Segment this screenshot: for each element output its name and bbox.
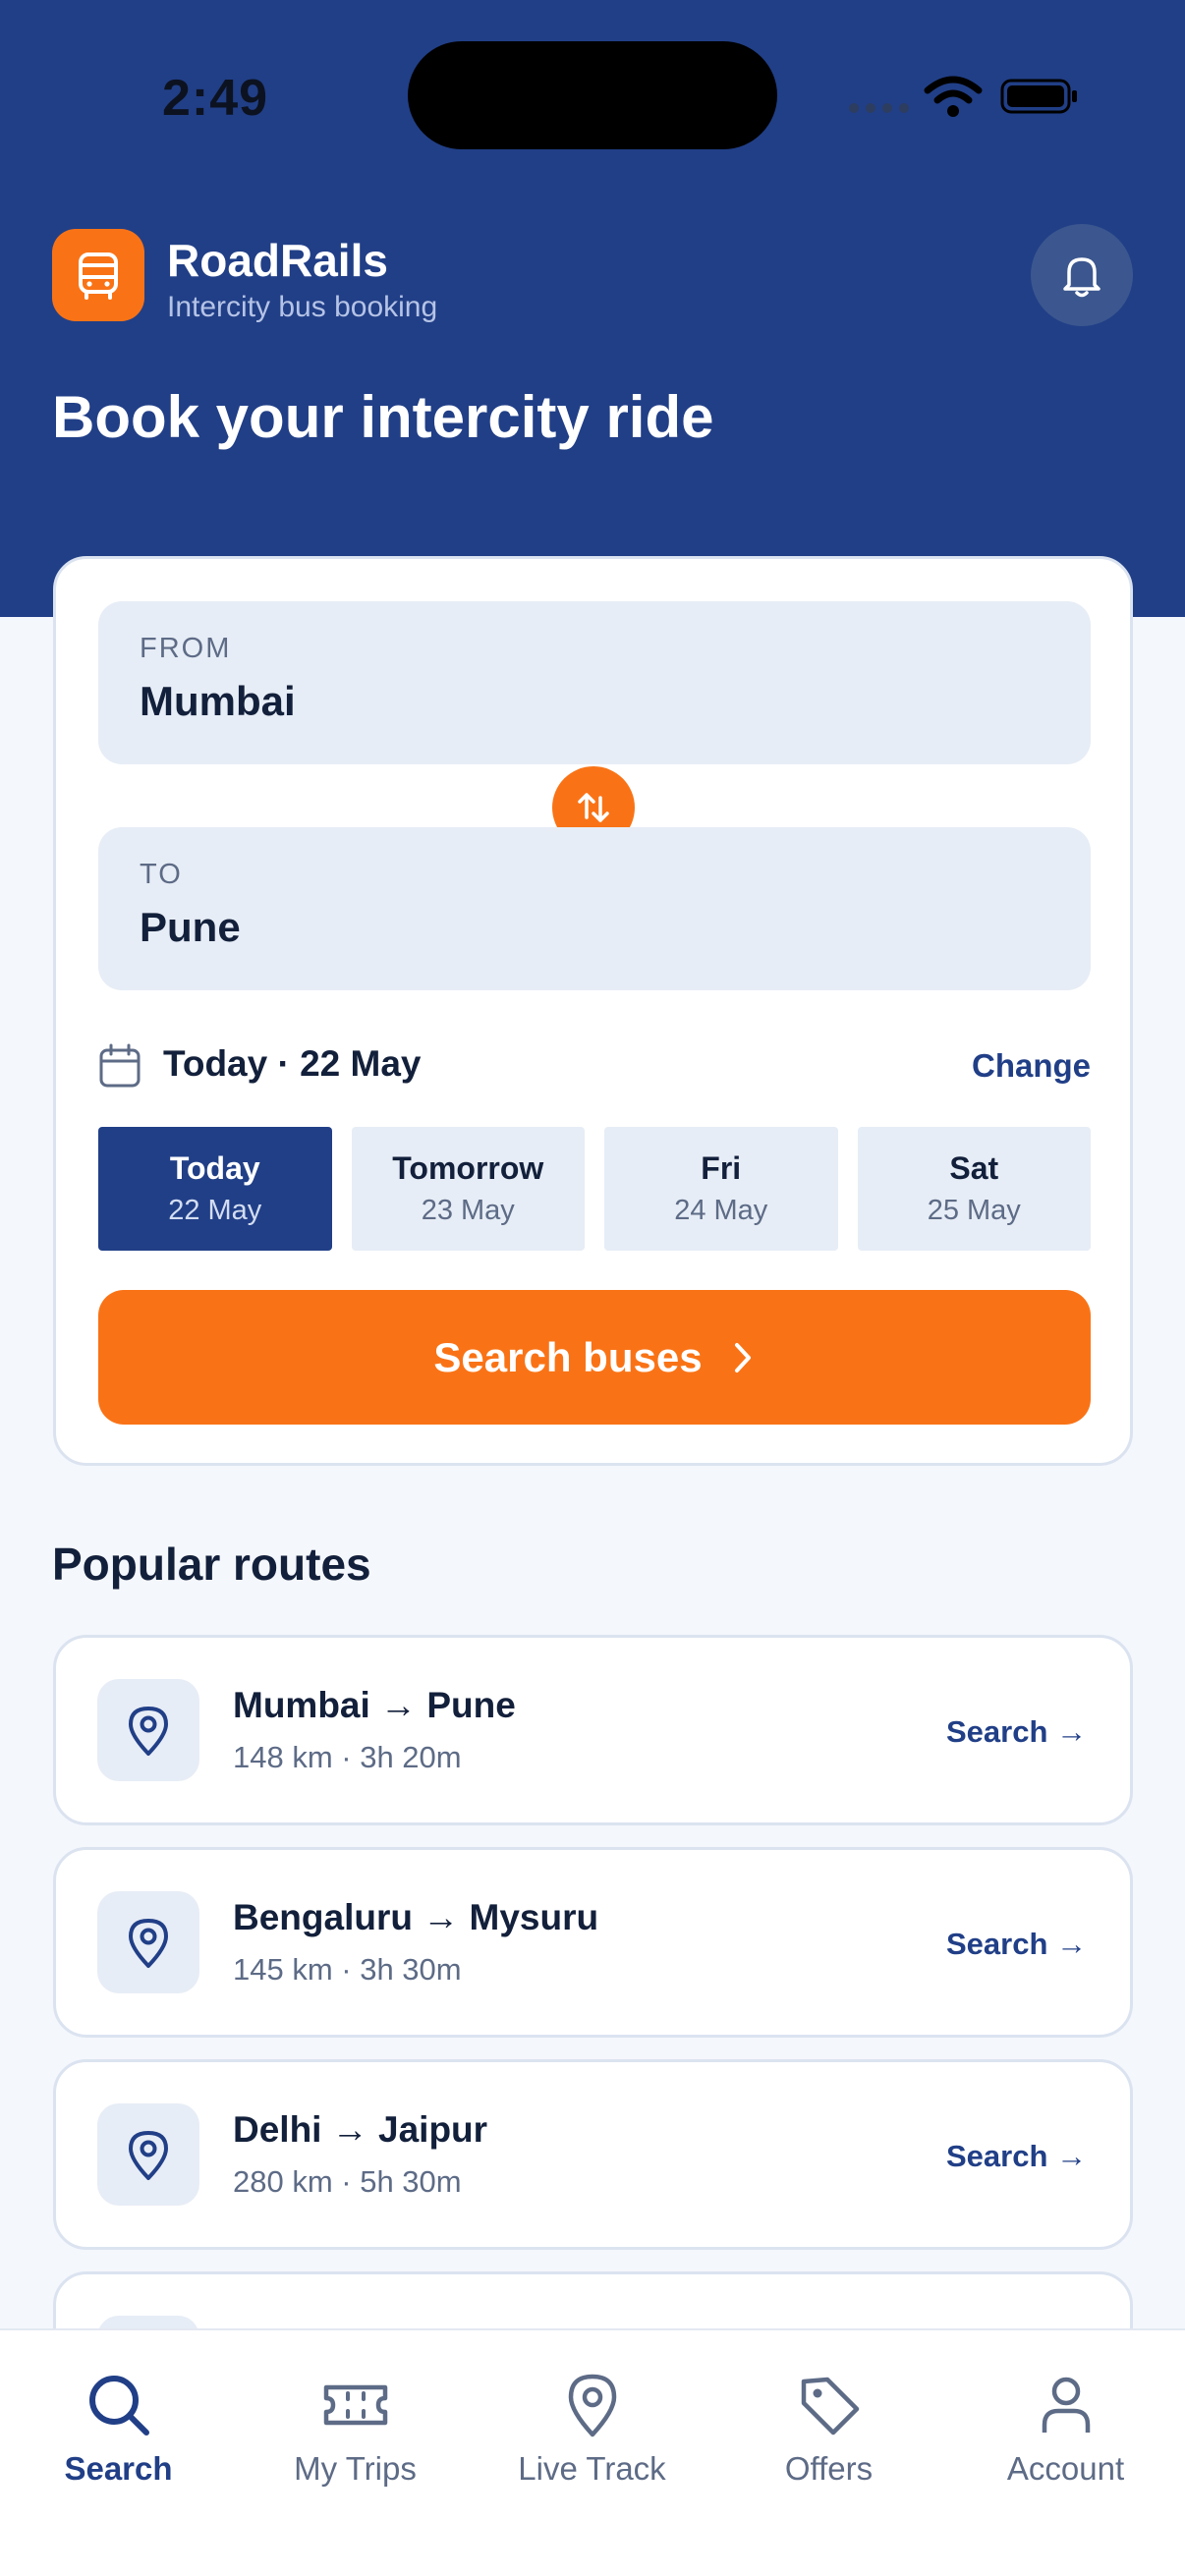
route-meta: 280 km · 5h 30m bbox=[233, 2164, 462, 2199]
tab-account[interactable]: Account bbox=[947, 2330, 1184, 2576]
bell-icon bbox=[1063, 257, 1100, 298]
from-label: FROM bbox=[140, 633, 232, 664]
route-card[interactable]: Delhi → Jaipur 280 km · 5h 30m Search → bbox=[53, 2059, 1133, 2250]
to-label: TO bbox=[140, 859, 183, 890]
page-title: Book your intercity ride bbox=[52, 384, 714, 450]
route-search-link[interactable]: Search → bbox=[946, 1714, 1087, 1750]
from-value: Mumbai bbox=[140, 678, 296, 724]
chip-date: 22 May bbox=[168, 1195, 262, 1226]
tab-label: Live Track bbox=[518, 2450, 666, 2487]
notifications-button[interactable] bbox=[1031, 224, 1133, 326]
search-icon bbox=[88, 2376, 149, 2436]
selected-date: Today · 22 May bbox=[163, 1043, 422, 1084]
date-chips: Today 22 May Tomorrow 23 May Fri 24 May … bbox=[98, 1127, 1091, 1251]
from-field[interactable]: FROM Mumbai bbox=[98, 601, 1091, 764]
swap-icon bbox=[578, 793, 609, 822]
chip-day: Tomorrow bbox=[392, 1150, 544, 1186]
popular-routes-title: Popular routes bbox=[52, 1539, 371, 1590]
chevron-right-icon bbox=[734, 1342, 751, 1372]
date-chip-tomorrow[interactable]: Tomorrow 23 May bbox=[351, 1127, 585, 1251]
tab-my-trips[interactable]: My Trips bbox=[237, 2330, 474, 2576]
chip-day: Fri bbox=[701, 1150, 742, 1186]
tab-search[interactable]: Search bbox=[0, 2330, 237, 2576]
booking-card: FROM Mumbai TO Pune Today · 22 May Chang… bbox=[53, 556, 1133, 1466]
tab-label: Search bbox=[64, 2450, 173, 2487]
calendar-icon bbox=[99, 1043, 141, 1088]
status-time: 2:49 bbox=[162, 70, 269, 127]
chip-day: Today bbox=[169, 1150, 260, 1186]
search-buses-label: Search buses bbox=[433, 1333, 703, 1380]
app-tagline: Intercity bus booking bbox=[167, 291, 438, 323]
tab-live-track[interactable]: Live Track bbox=[474, 2330, 710, 2576]
tab-label: My Trips bbox=[294, 2450, 417, 2487]
date-chip-today[interactable]: Today 22 May bbox=[98, 1127, 332, 1251]
route-card[interactable]: Bengaluru → Mysuru 145 km · 3h 30m Searc… bbox=[53, 1847, 1133, 2038]
to-value: Pune bbox=[140, 904, 241, 950]
location-pin-icon bbox=[97, 1891, 199, 1993]
chip-date: 25 May bbox=[927, 1195, 1021, 1226]
location-pin-icon bbox=[568, 2374, 616, 2437]
wifi-icon bbox=[924, 76, 983, 117]
dynamic-island bbox=[408, 41, 777, 149]
route-card[interactable]: Mumbai → Pune 148 km · 3h 20m Search → bbox=[53, 1635, 1133, 1825]
ticket-icon bbox=[323, 2384, 387, 2426]
route-name: Mumbai → Pune bbox=[233, 1685, 516, 1725]
change-date-link[interactable]: Change bbox=[972, 1047, 1091, 1085]
tab-label: Offers bbox=[784, 2450, 874, 2487]
bus-icon bbox=[52, 229, 144, 321]
route-meta: 148 km · 3h 20m bbox=[233, 1740, 462, 1774]
route-name: Bengaluru → Mysuru bbox=[233, 1897, 599, 1937]
tab-offers[interactable]: Offers bbox=[710, 2330, 947, 2576]
date-chip-sat[interactable]: Sat 25 May bbox=[857, 1127, 1091, 1251]
bottom-navigation: Search My Trips Live Track Offers Accoun… bbox=[0, 2328, 1185, 2576]
battery-icon bbox=[1000, 79, 1077, 114]
tab-label: Account bbox=[1006, 2450, 1125, 2487]
to-field[interactable]: TO Pune bbox=[98, 827, 1091, 990]
app-name: RoadRails bbox=[167, 235, 388, 286]
route-name: Delhi → Jaipur bbox=[233, 2109, 488, 2150]
tag-icon bbox=[801, 2377, 859, 2436]
date-row: Today · 22 May Change bbox=[98, 1036, 1091, 1094]
chip-day: Sat bbox=[949, 1150, 999, 1186]
chip-date: 24 May bbox=[674, 1195, 768, 1226]
location-pin-icon bbox=[97, 2103, 199, 2206]
route-search-link[interactable]: Search → bbox=[946, 1927, 1087, 1962]
location-pin-icon bbox=[97, 1679, 199, 1781]
route-meta: 145 km · 3h 30m bbox=[233, 1952, 462, 1987]
chip-date: 23 May bbox=[421, 1195, 515, 1226]
user-icon bbox=[1042, 2377, 1090, 2433]
date-chip-fri[interactable]: Fri 24 May bbox=[604, 1127, 838, 1251]
signal-icon bbox=[849, 103, 909, 113]
search-buses-button[interactable]: Search buses bbox=[98, 1290, 1091, 1425]
route-search-link[interactable]: Search → bbox=[946, 2139, 1087, 2174]
